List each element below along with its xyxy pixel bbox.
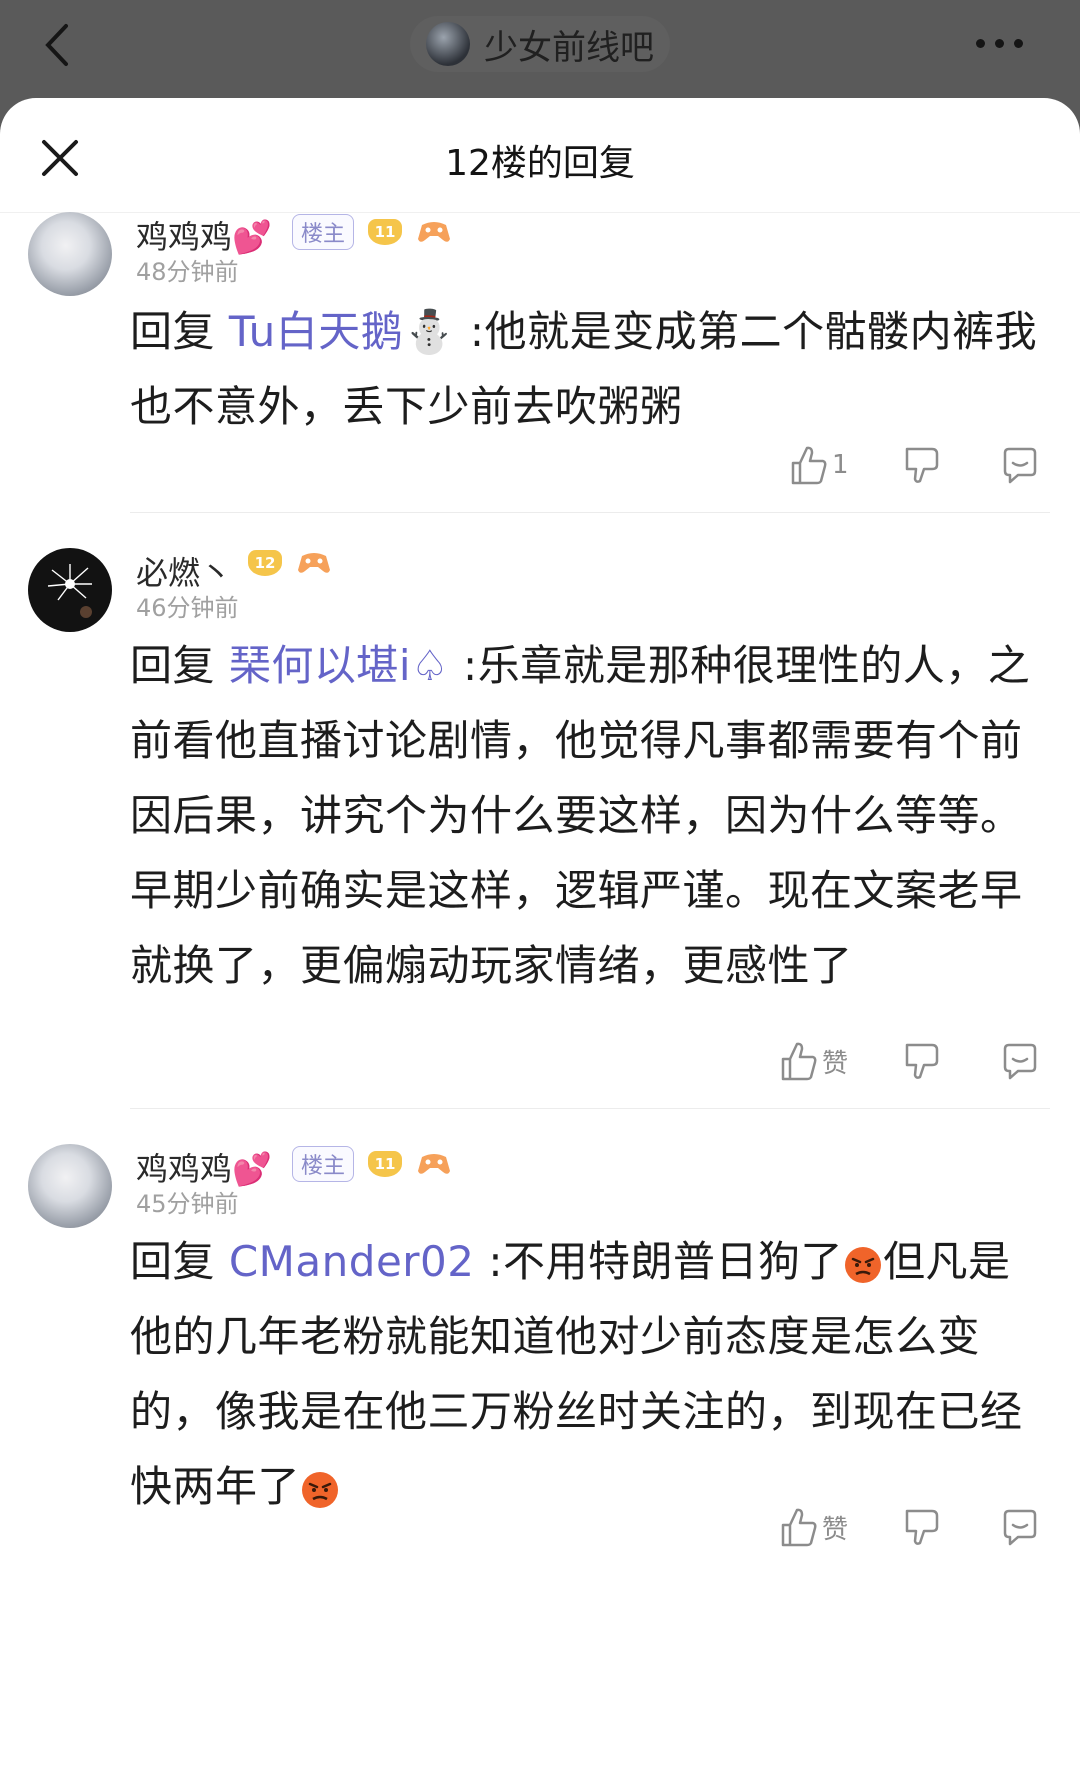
reply-prefix: 回复 [130, 641, 229, 690]
user-badges: 楼主 11 [292, 1146, 452, 1182]
like-count: 1 [832, 450, 849, 480]
comment-icon [1003, 1509, 1037, 1546]
timestamp: 45分钟前 [136, 1190, 239, 1218]
reply-body: :不用特朗普日狗了 [474, 1237, 844, 1286]
thumb-up-icon [791, 446, 827, 485]
like-button[interactable]: 赞 [780, 1502, 848, 1552]
level-badge: 11 [368, 1151, 403, 1177]
forum-name: 少女前线吧 [484, 27, 654, 68]
game-controller-icon [298, 553, 330, 573]
avatar[interactable] [28, 548, 112, 632]
mention-link[interactable]: 琹何以堪i♤ [229, 641, 449, 690]
comment-button[interactable] [1000, 440, 1040, 490]
game-controller-icon [418, 1154, 451, 1174]
timestamp: 46分钟前 [136, 594, 239, 622]
thumb-down-icon [905, 1043, 939, 1079]
level-badge: 11 [368, 219, 403, 245]
back-icon[interactable] [38, 20, 78, 70]
divider [130, 512, 1050, 513]
dislike-button[interactable] [904, 1036, 942, 1086]
reply-text: 回复 CMander02 :不用特朗普日狗了 但凡是他的几年老粉就能知道他对少前态… [130, 1224, 1050, 1524]
like-button[interactable]: 1 [790, 440, 849, 490]
comment-icon [1003, 447, 1037, 484]
mention-link[interactable]: Tu白天鹅⛄ [229, 307, 456, 356]
user-badges: 楼主 11 [292, 214, 452, 250]
sheet-header: 12楼的回复 [0, 98, 1080, 213]
thumb-down-icon [905, 447, 939, 483]
game-controller-icon [418, 222, 451, 242]
reply-text: 回复 琹何以堪i♤ :乐章就是那种很理性的人，之前看他直播讨论剧情，他觉得凡事都… [130, 628, 1050, 1003]
level-badge: 12 [248, 550, 282, 576]
op-badge: 楼主 [292, 214, 355, 250]
reply-prefix: 回复 [130, 307, 229, 356]
avatar[interactable] [28, 212, 112, 296]
reply-body: :乐章就是那种很理性的人，之前看他直播讨论剧情，他觉得凡事都需要有个前因后果，讲… [130, 641, 1031, 990]
forum-avatar [426, 22, 470, 66]
reply-prefix: 回复 [130, 1237, 229, 1286]
reply-actions: 1 [0, 440, 1080, 490]
comment-button[interactable] [1000, 1502, 1040, 1552]
sheet-title: 12楼的回复 [445, 143, 635, 184]
comment-button[interactable] [1000, 1036, 1040, 1086]
divider [130, 1108, 1050, 1109]
reply-sheet: 12楼的回复 鸡鸡鸡💕 楼主 11 48分钟前 回复 Tu白天鹅⛄ :他就是变成… [0, 98, 1080, 1792]
app-top-bar: 少女前线吧 [0, 0, 1080, 98]
mention-link[interactable]: CMander02 [229, 1237, 475, 1286]
reply-actions: 赞 [0, 1036, 1080, 1086]
dislike-button[interactable] [904, 1502, 942, 1552]
like-label: 赞 [822, 1048, 849, 1079]
like-button[interactable]: 赞 [780, 1036, 848, 1086]
angry-face-emoji [845, 1246, 882, 1283]
thumb-up-icon [781, 1042, 817, 1081]
more-icon[interactable] [976, 28, 1046, 58]
thumb-up-icon [781, 1508, 817, 1547]
thumb-down-icon [905, 1509, 939, 1545]
dislike-button[interactable] [904, 440, 942, 490]
timestamp: 48分钟前 [136, 258, 239, 286]
like-label: 赞 [822, 1514, 849, 1545]
forum-pill[interactable]: 少女前线吧 [410, 16, 670, 72]
op-badge: 楼主 [292, 1146, 355, 1182]
user-badges: 12 [248, 550, 332, 576]
reply-text: 回复 Tu白天鹅⛄ :他就是变成第二个骷髅内裤我也不意外，丢下少前去吹粥粥 [130, 294, 1050, 444]
reply-actions: 赞 [0, 1502, 1080, 1552]
avatar[interactable] [28, 1144, 112, 1228]
sparkler-image [47, 564, 92, 618]
comment-icon [1003, 1043, 1037, 1080]
